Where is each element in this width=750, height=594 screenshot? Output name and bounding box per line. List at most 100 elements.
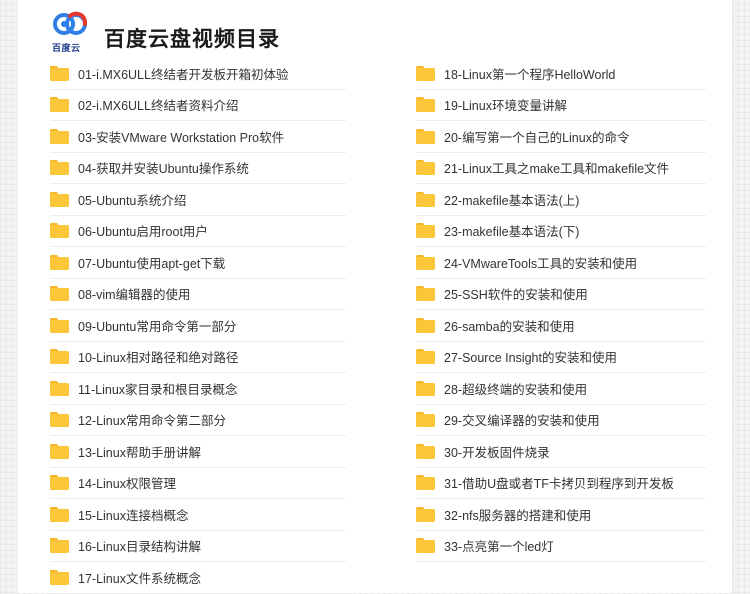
folder-name: 13-Linux帮助手册讲解: [78, 445, 201, 460]
folder-name: 16-Linux目录结构讲解: [78, 540, 201, 555]
folder-icon: [50, 160, 69, 176]
folder-item[interactable]: 18-Linux第一个程序HelloWorld: [416, 58, 706, 90]
folder-name: 26-samba的安装和使用: [444, 319, 575, 334]
folder-icon: [416, 286, 435, 302]
folder-icon: [416, 97, 435, 113]
folder-name: 04-获取并安装Ubuntu操作系统: [78, 162, 249, 177]
folder-icon: [416, 65, 435, 81]
folder-name: 18-Linux第一个程序HelloWorld: [444, 67, 616, 82]
folder-item[interactable]: 14-Linux权限管理: [50, 468, 346, 499]
folder-item[interactable]: 13-Linux帮助手册讲解: [50, 436, 346, 468]
folder-item[interactable]: 17-Linux文件系统概念: [50, 562, 346, 594]
folder-item[interactable]: 15-Linux连接档概念: [50, 499, 346, 531]
folder-icon: [416, 191, 435, 207]
folder-item[interactable]: 29-交叉编译器的安装和使用: [416, 405, 706, 436]
directory-card: 百度云 百度云盘视频目录 01-i.MX6ULL终结者开发板开箱初体验 02-i.…: [18, 0, 732, 594]
folder-icon: [50, 443, 69, 459]
folder-name: 31-借助U盘或者TF卡拷贝到程序到开发板: [444, 477, 674, 492]
folder-name: 14-Linux权限管理: [78, 477, 176, 492]
folder-icon: [50, 97, 69, 113]
folder-item[interactable]: 28-超级终端的安装和使用: [416, 373, 706, 405]
folder-name: 30-开发板固件烧录: [444, 445, 550, 460]
folder-name: 05-Ubuntu系统介绍: [78, 193, 187, 208]
folder-item[interactable]: 24-VMwareTools工具的安装和使用: [416, 247, 706, 279]
folder-name: 09-Ubuntu常用命令第一部分: [78, 319, 237, 334]
folder-item[interactable]: 26-samba的安装和使用: [416, 310, 706, 342]
folder-icon: [50, 254, 69, 270]
folder-name: 11-Linux家目录和根目录概念: [78, 382, 238, 397]
folder-item[interactable]: 27-Source Insight的安装和使用: [416, 342, 706, 373]
folder-name: 23-makefile基本语法(下): [444, 225, 580, 240]
folder-icon: [416, 506, 435, 522]
folder-name: 33-点亮第一个led灯: [444, 540, 554, 555]
folder-icon: [416, 475, 435, 491]
folder-item[interactable]: 08-vim编辑器的使用: [50, 279, 346, 310]
folder-name: 24-VMwareTools工具的安装和使用: [444, 256, 638, 271]
folder-name: 08-vim编辑器的使用: [78, 288, 191, 303]
folder-icon: [50, 569, 69, 585]
folder-icon: [50, 65, 69, 81]
folder-icon: [50, 380, 69, 396]
folder-item[interactable]: 21-Linux工具之make工具和makefile文件: [416, 153, 706, 184]
folder-name: 29-交叉编译器的安装和使用: [444, 414, 600, 429]
folder-icon: [416, 349, 435, 365]
folder-name: 25-SSH软件的安装和使用: [444, 288, 588, 303]
folder-item[interactable]: 33-点亮第一个led灯: [416, 531, 706, 562]
folder-item[interactable]: 10-Linux相对路径和绝对路径: [50, 342, 346, 373]
folder-name: 19-Linux环境变量讲解: [444, 99, 567, 114]
folder-item[interactable]: 07-Ubuntu使用apt-get下载: [50, 247, 346, 279]
folder-name: 27-Source Insight的安装和使用: [444, 351, 617, 366]
folder-icon: [416, 538, 435, 554]
folder-icon: [416, 412, 435, 428]
folder-icon: [416, 128, 435, 144]
folder-item[interactable]: 05-Ubuntu系统介绍: [50, 184, 346, 216]
folder-name: 17-Linux文件系统概念: [78, 571, 201, 586]
folder-icon: [50, 349, 69, 365]
folder-name: 20-编写第一个自己的Linux的命令: [444, 130, 630, 145]
baidu-cloud-logo-icon: 百度云: [50, 9, 90, 55]
folder-name: 28-超级终端的安装和使用: [444, 382, 588, 397]
folder-item[interactable]: 31-借助U盘或者TF卡拷贝到程序到开发板: [416, 468, 706, 499]
folder-icon: [416, 160, 435, 176]
folder-item[interactable]: 25-SSH软件的安装和使用: [416, 279, 706, 310]
folder-item[interactable]: 16-Linux目录结构讲解: [50, 531, 346, 562]
folder-item[interactable]: 03-安装VMware Workstation Pro软件: [50, 121, 346, 153]
folder-name: 15-Linux连接档概念: [78, 508, 189, 523]
folder-item[interactable]: 23-makefile基本语法(下): [416, 216, 706, 247]
folder-item[interactable]: 02-i.MX6ULL终结者资料介绍: [50, 90, 346, 121]
folder-icon: [50, 223, 69, 239]
folder-name: 03-安装VMware Workstation Pro软件: [78, 130, 285, 145]
folder-item[interactable]: 09-Ubuntu常用命令第一部分: [50, 310, 346, 342]
folder-item[interactable]: 22-makefile基本语法(上): [416, 184, 706, 216]
folder-icon: [50, 475, 69, 491]
folder-icon: [50, 317, 69, 333]
folder-item[interactable]: 30-开发板固件烧录: [416, 436, 706, 468]
folder-item[interactable]: 06-Ubuntu启用root用户: [50, 216, 346, 247]
folder-name: 22-makefile基本语法(上): [444, 193, 580, 208]
folder-item[interactable]: 11-Linux家目录和根目录概念: [50, 373, 346, 405]
folder-icon: [416, 317, 435, 333]
folder-item[interactable]: 01-i.MX6ULL终结者开发板开箱初体验: [50, 58, 346, 90]
folder-name: 32-nfs服务器的搭建和使用: [444, 508, 592, 523]
folder-icon: [416, 443, 435, 459]
folder-name: 01-i.MX6ULL终结者开发板开箱初体验: [78, 67, 289, 82]
folder-name: 21-Linux工具之make工具和makefile文件: [444, 162, 670, 177]
folder-item[interactable]: 12-Linux常用命令第二部分: [50, 405, 346, 436]
folder-icon: [50, 538, 69, 554]
folder-icon: [50, 412, 69, 428]
folder-name: 07-Ubuntu使用apt-get下载: [78, 256, 226, 271]
folder-icon: [416, 254, 435, 270]
folder-item[interactable]: 19-Linux环境变量讲解: [416, 90, 706, 121]
logo-text: 百度云: [52, 44, 81, 54]
page-title: 百度云盘视频目录: [104, 27, 280, 51]
folder-item[interactable]: 32-nfs服务器的搭建和使用: [416, 499, 706, 531]
folder-name: 06-Ubuntu启用root用户: [78, 225, 208, 240]
folder-icon: [50, 506, 69, 522]
header: 百度云 百度云盘视频目录: [50, 8, 280, 56]
folder-icon: [416, 380, 435, 396]
folder-item[interactable]: 20-编写第一个自己的Linux的命令: [416, 121, 706, 153]
folder-icon: [416, 223, 435, 239]
left-folder-list: 01-i.MX6ULL终结者开发板开箱初体验 02-i.MX6ULL终结者资料介绍…: [50, 58, 346, 594]
right-folder-list: 18-Linux第一个程序HelloWorld 19-Linux环境变量讲解 20-…: [416, 58, 706, 562]
folder-item[interactable]: 04-获取并安装Ubuntu操作系统: [50, 153, 346, 184]
